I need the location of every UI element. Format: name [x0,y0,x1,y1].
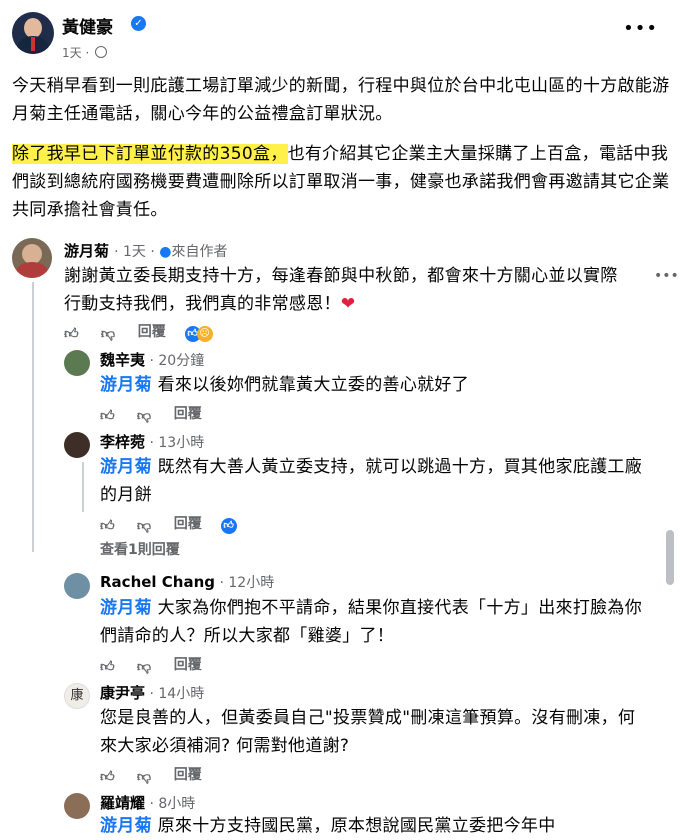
dislike-icon[interactable]: 👎︎ [137,517,151,534]
comment-text: 游月菊 看來以後妳們就靠黃大立委的善心就好了 [100,375,470,395]
comment-text: 您是良善的人，但黃委員自己"投票贊成"刪凍這筆預算。沒有刪凍，何來大家必須補洞?… [100,708,636,756]
like-icon[interactable]: 👍︎ [64,325,79,342]
comment-header: 康尹亭 · 14小時 [100,684,205,702]
like-reaction-icon[interactable]: 👍︎ [220,518,237,534]
comment-header: Rachel Chang · 12小時 [100,573,275,591]
comment-more-icon[interactable]: ••• [654,268,679,284]
view-replies-link[interactable]: 查看1則回覆 [100,539,180,559]
reply-button[interactable]: 回覆 [138,324,166,340]
post-author-name[interactable]: 黃健豪 [62,13,113,38]
post-timestamp[interactable]: 1天 · [62,44,108,61]
verified-badge-icon: ✓ [131,16,146,31]
dislike-icon[interactable]: 👎︎ [137,768,151,785]
comment-text: 游月菊 既然有大善人黃立委支持，就可以跳過十方，買其他家庇護工廠的月餅 [100,457,643,505]
highlighted-text: 除了我早已下訂單並付款的350盒， [12,144,288,164]
like-icon[interactable]: 👍︎ [100,517,115,534]
comment-actions: 👍︎ 👎︎ 回覆 [100,767,202,785]
commenter-avatar[interactable] [64,793,90,819]
comment-actions: 👍︎ 👎︎ 回覆 👍︎ ☹ [64,321,213,342]
like-icon[interactable]: 👍︎ [100,768,115,785]
commenter-avatar[interactable] [64,350,90,376]
comment-header: 李梓菀 · 13小時 [100,433,205,451]
post-paragraph-2: 除了我早已下訂單並付款的350盒，也有介紹其它企業主大量採購了上百盒，電話中我們… [12,144,670,220]
commenter-avatar[interactable] [64,432,90,458]
comment-actions: 👍︎ 👎︎ 回覆 👍︎ [100,513,237,534]
dislike-icon[interactable]: 👎︎ [101,325,115,342]
commenter-avatar[interactable] [64,573,90,599]
comment-header: 游月菊 · 1天 · ●來自作者 [64,242,228,260]
like-icon[interactable]: 👍︎ [100,407,115,424]
thread-line [82,462,84,512]
author-avatar[interactable] [12,12,54,54]
heart-emoji: ❤ [340,294,356,314]
like-icon[interactable]: 👍︎ [100,658,115,675]
commenter-avatar[interactable] [12,238,52,278]
more-options-icon[interactable]: ••• [623,18,658,39]
comment-header: 魏辛夷 · 20分鐘 [100,351,205,369]
dislike-icon[interactable]: 👎︎ [137,407,151,424]
commenter-name[interactable]: 游月菊 [64,242,109,260]
reaction-summary[interactable]: 👍︎ ☹ [184,324,213,342]
post-paragraph-1: 今天稍早看到一則庇護工場訂單減少的新聞，行程中與位於台中北屯山區的十方啟能游月菊… [12,76,670,124]
commenter-avatar[interactable]: 康 [64,683,90,709]
comment-text: 游月菊 大家為你們抱不平請命，結果你直接代表「十方」出來打臉為你們請命的人？所以… [100,598,643,646]
comment-header: 羅靖耀 · 8小時 [100,794,196,812]
globe-icon [95,46,108,58]
comment-actions: 👍︎ 👎︎ 回覆 [100,406,202,424]
comment-text: 謝謝黃立委長期支持十方，每逢春節與中秋節，都會來十方關心並以實際行動支持我們，我… [64,266,618,314]
scrollbar[interactable] [666,530,674,585]
dislike-icon[interactable]: 👎︎ [137,658,151,675]
author-badge: 來自作者 [171,244,228,260]
comment-actions: 👍︎ 👎︎ 回覆 [100,657,202,675]
comment-text: 游月菊 原來十方支持國民黨，原本想說國民黨立委把今年中 [100,816,556,836]
thread-line [32,282,34,552]
